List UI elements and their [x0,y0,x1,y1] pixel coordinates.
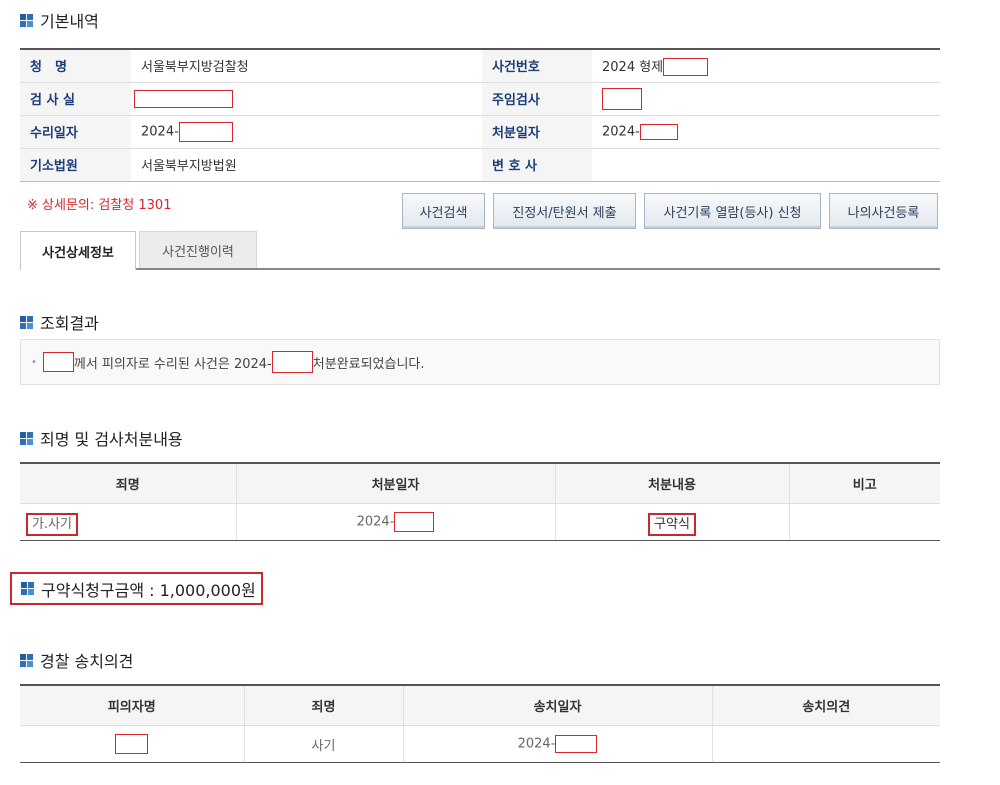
redacted-box [394,512,435,532]
result-title: 조회결과 [20,310,99,334]
case-search-button[interactable]: 사건검색 [402,193,485,229]
table-row: 기소법원 서울북부지방법원 변 호 사 [20,148,940,182]
transfer-date-text: 2024- [517,736,556,752]
case-number-label: 사건번호 [482,49,592,83]
table-row: 수리일자 2024- 처분일자 2024- [20,115,940,149]
office-value: 서울북부지방검찰청 [131,49,482,83]
table-header-row: 죄명 처분일자 처분내용 비고 [20,463,940,504]
court-value: 서울북부지방법원 [131,148,482,182]
lawyer-label: 변 호 사 [482,148,592,182]
register-my-case-button[interactable]: 나의사건등록 [829,193,938,229]
lead-prosecutor-value [592,82,940,116]
receipt-date-value: 2024- [131,115,482,149]
col-transfer-date: 송치일자 [402,685,712,726]
tab-case-detail[interactable]: 사건상세정보 [20,231,136,270]
charge-value: 가.사기 [26,512,79,536]
result-text-before: 께서 피의자로 수리된 사건은 2024- [73,356,272,372]
case-number-value: 2024 형제 [592,49,940,83]
suspect-name-cell [20,725,244,763]
redacted-box [178,121,233,142]
result-title-text: 조회결과 [40,314,99,333]
table-row: 가.사기 2024- 구약식 [20,503,940,541]
disposition-date-text: 2024- [602,124,640,139]
disposition-date-text: 2024- [356,514,395,530]
redacted-box [639,123,678,140]
disposition-title-text: 죄명 및 검사처분내용 [40,430,183,449]
disposition-content-value: 구약식 [648,512,696,536]
col-charge: 죄명 [20,463,236,504]
receipt-date-label: 수리일자 [20,115,131,149]
redacted-box [602,87,642,110]
prosecutor-room-value [131,82,482,116]
police-opinion-table: 피의자명 죄명 송치일자 송치의견 사기 2024- [20,684,940,763]
case-number-text: 2024 형제 [602,59,664,75]
redacted-box [271,351,313,373]
records-request-button[interactable]: 사건기록 열람(등사) 신청 [644,193,821,229]
basic-info-title-text: 기본내역 [40,12,99,31]
prosecutor-room-label: 검 사 실 [20,82,131,116]
col-charge: 죄명 [243,685,403,726]
tab-divider [20,268,940,270]
table-row: 청 명 서울북부지방검찰청 사건번호 2024 형제 [20,49,940,83]
section-square-icon [20,315,33,329]
table-row: 사기 2024- [20,725,940,763]
disposition-date-label: 처분일자 [482,115,592,149]
section-square-icon [21,582,34,595]
disposition-content-cell: 구약식 [554,503,789,541]
lead-prosecutor-label: 주임검사 [482,82,592,116]
col-transfer-opinion: 송치의견 [711,685,940,726]
police-opinion-title: 경찰 송치의견 [20,648,133,672]
disposition-date-value: 2024- [592,115,940,149]
section-square-icon [20,653,33,667]
col-disposition-content: 처분내용 [554,463,789,504]
disposition-date-cell: 2024- [235,503,555,541]
lawyer-value [592,148,940,182]
inquiry-notice: ※ 상세문의: 검찰청 1301 [27,198,172,213]
disposition-title: 죄명 및 검사처분내용 [20,426,183,450]
basic-info-table: 청 명 서울북부지방검찰청 사건번호 2024 형제 검 사 실 주임검사 수리… [20,48,940,182]
bullet-icon: • [31,356,37,368]
table-header-row: 피의자명 죄명 송치일자 송치의견 [20,685,940,726]
basic-info-title: 기본내역 [20,8,99,32]
redacted-box [663,58,709,76]
disposition-table: 죄명 처분일자 처분내용 비고 가.사기 2024- 구약식 [20,462,940,541]
claim-amount-text: 구약식청구금액 : 1,000,000원 [41,580,256,600]
table-row: 검 사 실 주임검사 [20,82,940,116]
redacted-box [134,89,233,108]
result-message: • 께서 피의자로 수리된 사건은 2024- 처분완료되었습니다. [20,339,940,385]
col-disposition-date: 처분일자 [235,463,555,504]
section-square-icon [20,13,33,27]
charge-cell: 가.사기 [20,503,236,541]
col-note: 비고 [788,463,940,504]
redacted-box [115,734,149,754]
summary-claim-amount: 구약식청구금액 : 1,000,000원 [10,572,263,605]
col-suspect-name: 피의자명 [20,685,244,726]
police-opinion-title-text: 경찰 송치의견 [40,652,134,671]
tab-case-history[interactable]: 사건진행이력 [139,231,257,269]
petition-submit-button[interactable]: 진정서/탄원서 제출 [493,193,636,229]
police-charge-cell: 사기 [243,725,403,763]
office-label: 청 명 [20,49,131,83]
note-cell [788,503,940,541]
receipt-date-text: 2024- [141,124,179,139]
transfer-opinion-cell [711,725,940,763]
redacted-box [42,352,74,372]
result-text-after: 처분완료되었습니다. [312,356,425,372]
section-square-icon [20,431,33,445]
court-label: 기소법원 [20,148,131,182]
transfer-date-cell: 2024- [402,725,712,763]
redacted-box [555,735,598,753]
